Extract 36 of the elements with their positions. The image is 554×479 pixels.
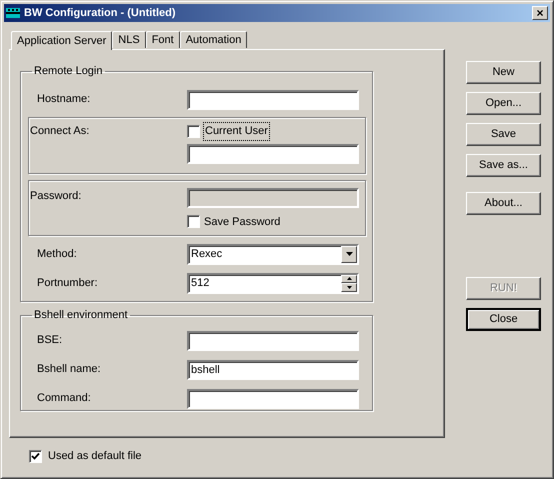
method-dropdown[interactable]: Rexec: [187, 244, 359, 264]
dialog-button[interactable]: Open...: [466, 92, 541, 115]
tab[interactable]: Application Server: [11, 31, 112, 50]
text-field[interactable]: [187, 330, 359, 350]
tab[interactable]: Font: [146, 31, 180, 48]
text-field[interactable]: bshell: [187, 360, 359, 380]
field-label: BSE:: [37, 333, 64, 348]
field-label: Password:: [30, 188, 82, 204]
text-field[interactable]: [187, 90, 359, 110]
field-label: Method:: [37, 246, 78, 262]
field-label: Connect As:: [30, 124, 90, 140]
dialog-button[interactable]: About...: [466, 192, 541, 215]
field-label: Bshell name:: [37, 362, 102, 378]
spin-arrows-icon[interactable]: [341, 274, 357, 292]
field-label: Command:: [37, 391, 92, 406]
field-label: Hostname:: [37, 92, 92, 108]
group-title: Remote Login: [33, 64, 104, 79]
app-icon: [6, 8, 20, 18]
dialog-button[interactable]: Save as...: [466, 154, 541, 177]
text-field[interactable]: [187, 144, 359, 164]
text-field[interactable]: [187, 388, 359, 408]
dialog-button[interactable]: New: [466, 61, 541, 84]
group-title: Bshell environment: [33, 308, 129, 323]
tab[interactable]: NLS: [112, 31, 146, 48]
checkbox[interactable]: [29, 450, 42, 463]
close-button[interactable]: ×: [532, 6, 548, 20]
checkbox-label: Save Password: [204, 214, 280, 230]
port-spinbox[interactable]: 512: [187, 272, 359, 294]
field-label: Portnumber:: [37, 276, 99, 291]
dialog-button[interactable]: Save: [466, 123, 541, 146]
checkbox[interactable]: [187, 125, 200, 138]
window-title: BW Configuration - (Untitled): [24, 6, 176, 21]
checkbox-label: Current User: [204, 123, 269, 140]
dialog-button[interactable]: Close: [466, 308, 541, 331]
checkbox-label: Used as default file: [48, 449, 142, 464]
tab[interactable]: Automation: [180, 31, 248, 48]
